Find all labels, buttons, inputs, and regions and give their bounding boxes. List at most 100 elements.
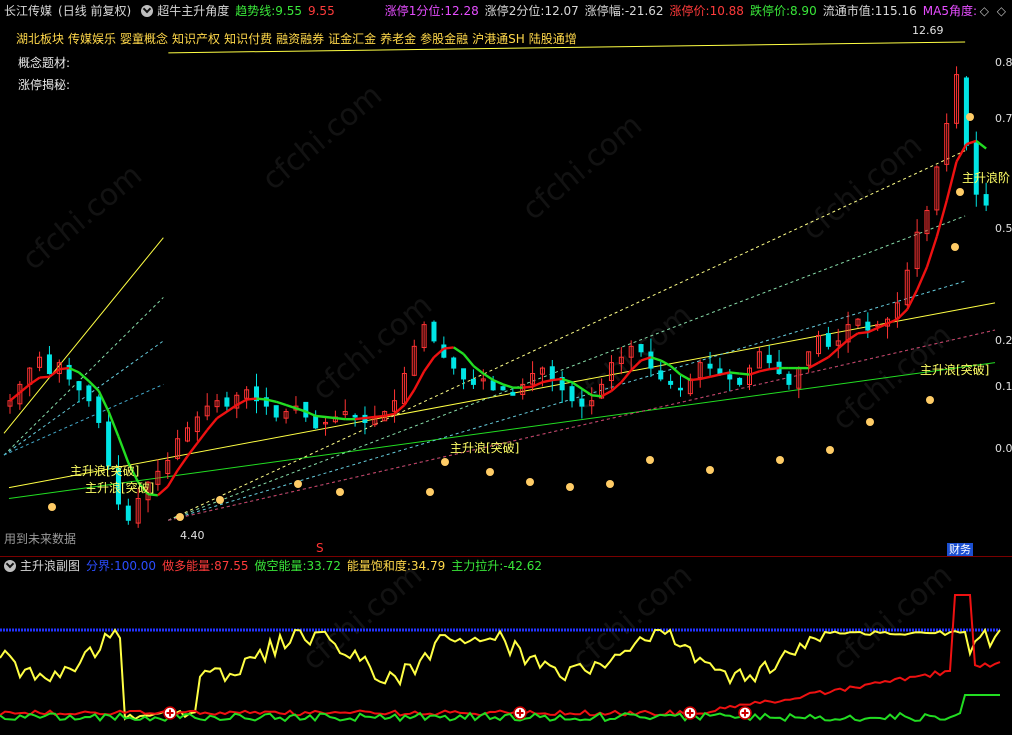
stock-name: 长江传媒: [4, 4, 53, 18]
candle-body: [86, 385, 92, 402]
candlestick-chart[interactable]: 0.8 0.7 0.5 0.2 0.1 0.0 12.69 4.40 主升浪[突破] 主升浪[突破…: [0, 22, 1012, 556]
ma-line: [669, 365, 682, 376]
ma-line: [945, 161, 958, 201]
candle-body: [825, 333, 831, 347]
ma-line: [246, 397, 257, 401]
ma-line: [690, 377, 701, 382]
candle-body: [96, 396, 102, 423]
dropdown-chevron-icon[interactable]: [141, 5, 154, 17]
limitup-price-label: 涨停价:: [669, 4, 710, 18]
candle-body: [668, 380, 674, 385]
ma-line: [374, 414, 385, 419]
pointer-marker: [776, 456, 784, 464]
ma-line: [847, 332, 859, 341]
ma-line: [925, 236, 938, 268]
fan-line: [168, 215, 966, 521]
ma-line: [679, 373, 691, 382]
ma-line: [769, 366, 780, 371]
ma-line: [206, 417, 218, 431]
candle-body: [470, 378, 476, 385]
ma-line: [542, 378, 553, 384]
candle-body: [451, 357, 457, 369]
axis-label: 0.1: [995, 380, 1012, 393]
ma-line: [78, 371, 90, 383]
trend-label: 趋势线:: [235, 4, 276, 18]
ma-line: [166, 469, 179, 488]
fan-line: [168, 280, 966, 521]
bear-energy-label: 做空能量:: [254, 559, 307, 573]
axis-label: 0.0: [995, 442, 1012, 455]
candle-body: [490, 380, 496, 391]
pointer-marker: [336, 488, 344, 496]
pointer-marker: [294, 480, 302, 488]
candle-body: [461, 368, 467, 380]
axis-label: 0.7: [995, 112, 1012, 125]
bear-energy-value: 33.72: [306, 559, 341, 573]
ma-line: [630, 359, 642, 372]
ma-line: [285, 403, 297, 410]
pointer-marker: [426, 488, 434, 496]
candle-body: [786, 373, 792, 385]
ma-line: [581, 387, 593, 397]
dropdown-chevron-icon[interactable]: [4, 560, 16, 572]
pointer-marker: [216, 496, 224, 504]
high-price-label: 12.69: [912, 24, 944, 37]
limitup-q1-value: 12.28: [444, 4, 479, 18]
ma-line: [916, 266, 929, 291]
ma-line: [601, 389, 613, 398]
ma-line: [935, 200, 948, 237]
ma-line: [699, 375, 711, 381]
pointer-marker: [826, 446, 834, 454]
axis-label: 0.2: [995, 334, 1012, 347]
saturation-value: 34.79: [410, 559, 446, 573]
candle-body: [76, 381, 82, 391]
candle-body: [510, 391, 516, 396]
ma-line: [759, 368, 770, 373]
saturation-line: [0, 627, 1001, 721]
trend-value-1: 9.55: [275, 4, 302, 18]
window-control-icons[interactable]: ◇ ◇: [980, 4, 1008, 18]
ma-line: [472, 364, 485, 375]
fan-line: [3, 383, 164, 456]
pointer-marker: [48, 503, 56, 511]
ma-line: [315, 414, 326, 419]
limitup-range-value: -21.62: [624, 4, 664, 18]
candle-body: [737, 377, 743, 385]
candle-body: [46, 354, 52, 375]
limitup-q1-label: 涨停1分位:: [384, 4, 445, 18]
pointer-marker: [926, 396, 934, 404]
finance-button[interactable]: 财务: [947, 543, 973, 557]
pointer-marker: [866, 418, 874, 426]
candle-body: [549, 366, 555, 380]
ma-line: [9, 391, 21, 402]
ma-line: [403, 389, 416, 406]
ma-line: [117, 436, 130, 464]
pointer-marker: [441, 458, 449, 466]
ma5-angle-label: MA5角度:: [922, 4, 977, 18]
candle-body: [569, 386, 575, 402]
candle-body: [766, 354, 772, 364]
ma-line: [817, 356, 829, 364]
limitdown-price-label: 跌停价:: [749, 4, 790, 18]
period-label[interactable]: (日线 前复权): [58, 0, 131, 22]
ma-line: [443, 346, 454, 350]
main-force-value: -42.62: [503, 559, 543, 573]
signal-mark: S: [316, 541, 324, 555]
trend-line: [8, 302, 996, 489]
ma-line: [857, 331, 868, 335]
sub-indicator-chart[interactable]: [0, 575, 1012, 735]
limitup-price-value: 10.88: [709, 4, 744, 18]
ma-line: [462, 353, 475, 367]
pointer-marker: [706, 466, 714, 474]
ma-line: [709, 373, 721, 378]
bull-energy-label: 做多能量:: [162, 559, 215, 573]
pointer-marker: [606, 480, 614, 488]
indicator-name: 超牛主升角度: [157, 4, 230, 18]
candle-body: [500, 386, 506, 391]
pointer-marker: [176, 513, 184, 521]
boundary-value: 100.00: [114, 559, 157, 573]
candle-body: [983, 194, 989, 206]
ma-line: [325, 415, 336, 420]
axis-label: 0.5: [995, 222, 1012, 235]
candle-body: [579, 398, 585, 407]
